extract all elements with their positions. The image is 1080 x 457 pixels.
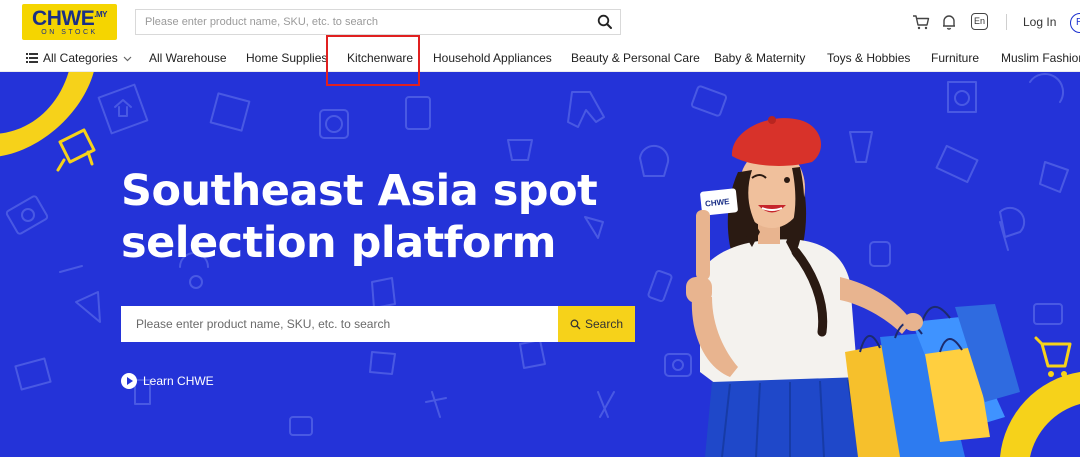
category-nav: All Categories All Warehouse Home Suppli… (0, 44, 1080, 72)
login-link[interactable]: Log In (1023, 15, 1056, 29)
nav-item-muslim-fashion[interactable]: Muslim Fashion (1001, 51, 1080, 65)
play-icon (121, 373, 137, 389)
hero-headline-line1: Southeast Asia spot (121, 166, 598, 216)
chevron-down-icon (123, 56, 132, 62)
header-search-bar (135, 9, 621, 35)
nav-item-furniture[interactable]: Furniture (931, 51, 979, 65)
brand-logo[interactable]: CHWE.MY ON STOCK (22, 4, 117, 40)
learn-chwe-link[interactable]: Learn CHWE (121, 373, 214, 389)
nav-item-home-supplies[interactable]: Home Supplies (246, 51, 327, 65)
cart-icon[interactable] (912, 13, 930, 31)
learn-chwe-label: Learn CHWE (143, 374, 214, 388)
logo-tagline: ON STOCK (41, 29, 98, 36)
hero-search-bar: Search (121, 306, 635, 342)
nav-item-baby-maternity[interactable]: Baby & Maternity (714, 51, 805, 65)
nav-item-beauty-personal-care[interactable]: Beauty & Personal Care (571, 51, 700, 65)
hero-search-button[interactable]: Search (558, 306, 635, 342)
hero-headline-line2: selection platform (121, 218, 556, 268)
all-categories-dropdown[interactable]: All Categories (43, 51, 132, 65)
search-icon[interactable] (597, 14, 613, 30)
menu-icon (26, 53, 38, 63)
nav-item-household-appliances[interactable]: Household Appliances (433, 51, 552, 65)
nav-item-toys-hobbies[interactable]: Toys & Hobbies (827, 51, 910, 65)
hero-search-button-label: Search (584, 317, 624, 331)
bell-icon[interactable] (940, 13, 958, 31)
model-illustration: CHWE (686, 116, 1020, 457)
hero-search-input[interactable] (121, 306, 558, 342)
header-divider (1006, 14, 1007, 30)
language-switcher[interactable]: En (971, 13, 988, 30)
search-icon (570, 319, 581, 329)
hero-headline: Southeast Asia spot selection platform (121, 165, 641, 269)
hero-banner: CHWE Southeast Asia spot selection platf… (0, 72, 1080, 457)
kitchenware-highlight-box (326, 35, 420, 86)
nav-item-all-warehouse[interactable]: All Warehouse (149, 51, 227, 65)
logo-wordmark: CHWE.MY (32, 7, 107, 30)
register-button[interactable]: R (1070, 13, 1080, 33)
header-search-input[interactable] (136, 10, 576, 34)
site-header: CHWE.MY ON STOCK En Log In R (0, 0, 1080, 44)
